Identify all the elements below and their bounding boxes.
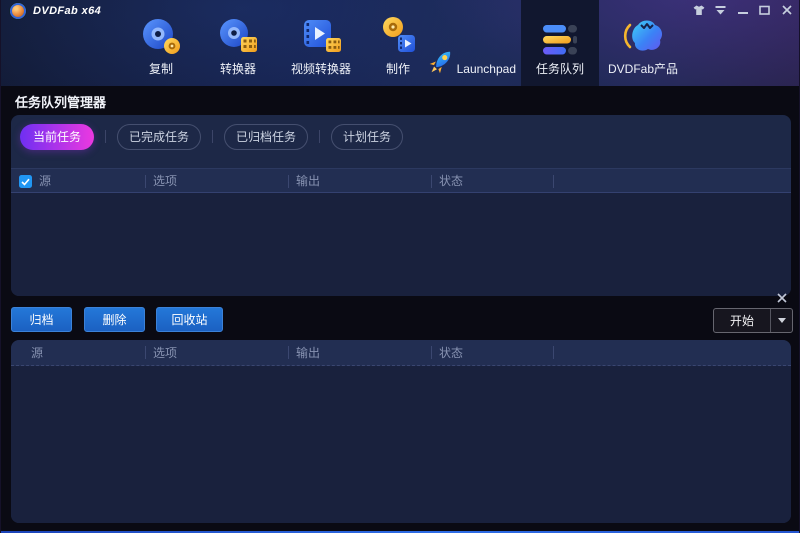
nav-item-products[interactable]: DVDFab产品: [601, 0, 685, 86]
start-button[interactable]: 开始: [713, 308, 793, 333]
menu-dropdown-icon[interactable]: [714, 4, 727, 16]
col-output: 输出: [296, 169, 320, 192]
current-table-body: [11, 193, 791, 296]
converter-icon: [216, 16, 260, 56]
nav-label: 转换器: [220, 60, 256, 77]
nav-item-launchpad[interactable]: Launchpad: [426, 0, 516, 86]
nav-label: 视频转换器: [291, 60, 351, 77]
column-separator: [553, 175, 554, 188]
nav-label: DVDFab产品: [608, 60, 678, 77]
minimize-icon[interactable]: [736, 4, 749, 16]
col-status: 状态: [439, 169, 463, 192]
delete-button[interactable]: 删除: [84, 307, 145, 332]
queue-panel: 源 选项 输出 状态: [11, 340, 791, 523]
nav-label: 任务队列: [536, 60, 584, 77]
select-all-checkbox[interactable]: [19, 175, 32, 188]
col-options: 选项: [153, 340, 177, 365]
current-tasks-panel: 当前任务 已完成任务 已归档任务 计划任务 源 选项 输出 状态: [11, 115, 791, 296]
column-separator: [145, 175, 146, 188]
start-dropdown[interactable]: [770, 309, 792, 332]
video-converter-icon: [299, 16, 343, 56]
tab-current-tasks[interactable]: 当前任务: [20, 124, 94, 150]
launchpad-rocket-icon: [426, 46, 456, 78]
column-separator: [288, 175, 289, 188]
column-separator: [431, 346, 432, 359]
app-title: DVDFab x64: [33, 5, 101, 17]
topbar: DVDFab x64: [1, 0, 799, 86]
nav-label: 制作: [386, 60, 410, 77]
col-output: 输出: [296, 340, 320, 365]
page-title: 任务队列管理器: [15, 92, 106, 111]
app-window: DVDFab x64: [0, 0, 800, 533]
close-icon[interactable]: [780, 4, 793, 16]
col-source: 源: [39, 169, 51, 192]
queue-table-header: 源 选项 输出 状态: [11, 340, 791, 366]
tab-separator: [212, 130, 213, 143]
column-separator: [553, 346, 554, 359]
chevron-down-icon: [778, 318, 786, 323]
theme-shirt-icon[interactable]: [692, 4, 705, 16]
maximize-icon[interactable]: [758, 4, 771, 16]
tab-separator: [319, 130, 320, 143]
col-status: 状态: [439, 340, 463, 365]
recycle-bin-button[interactable]: 回收站: [156, 307, 223, 332]
products-icon: [621, 18, 665, 56]
nav-label: Launchpad: [457, 62, 516, 76]
dvdfab-logo-icon: [10, 3, 26, 19]
queue-table-body: [11, 366, 791, 523]
col-options: 选项: [153, 169, 177, 192]
window-controls: [692, 4, 793, 16]
start-button-label[interactable]: 开始: [714, 309, 770, 332]
column-separator: [288, 346, 289, 359]
archive-button[interactable]: 归档: [11, 307, 72, 332]
nav-label: 复制: [149, 60, 173, 77]
task-tabs: 当前任务 已完成任务 已归档任务 计划任务: [20, 123, 403, 150]
col-source: 源: [31, 340, 43, 365]
nav-item-copy[interactable]: 复制: [126, 0, 196, 86]
nav-item-task-queue[interactable]: 任务队列: [521, 0, 599, 86]
copy-disc-icon: [139, 16, 183, 56]
column-separator: [145, 346, 146, 359]
check-icon: [21, 178, 30, 186]
creator-icon: [378, 16, 418, 56]
tab-archived-tasks[interactable]: 已归档任务: [224, 124, 308, 150]
nav-item-video-converter[interactable]: 视频转换器: [276, 0, 366, 86]
nav-item-creator[interactable]: 制作: [363, 0, 433, 86]
current-table-header: 源 选项 输出 状态: [11, 168, 791, 193]
panel-close-icon[interactable]: [776, 292, 788, 304]
tab-scheduled-tasks[interactable]: 计划任务: [331, 124, 403, 150]
column-separator: [431, 175, 432, 188]
tab-separator: [105, 130, 106, 143]
tab-completed-tasks[interactable]: 已完成任务: [117, 124, 201, 150]
task-queue-icon: [540, 24, 580, 56]
nav-item-converter[interactable]: 转换器: [203, 0, 273, 86]
